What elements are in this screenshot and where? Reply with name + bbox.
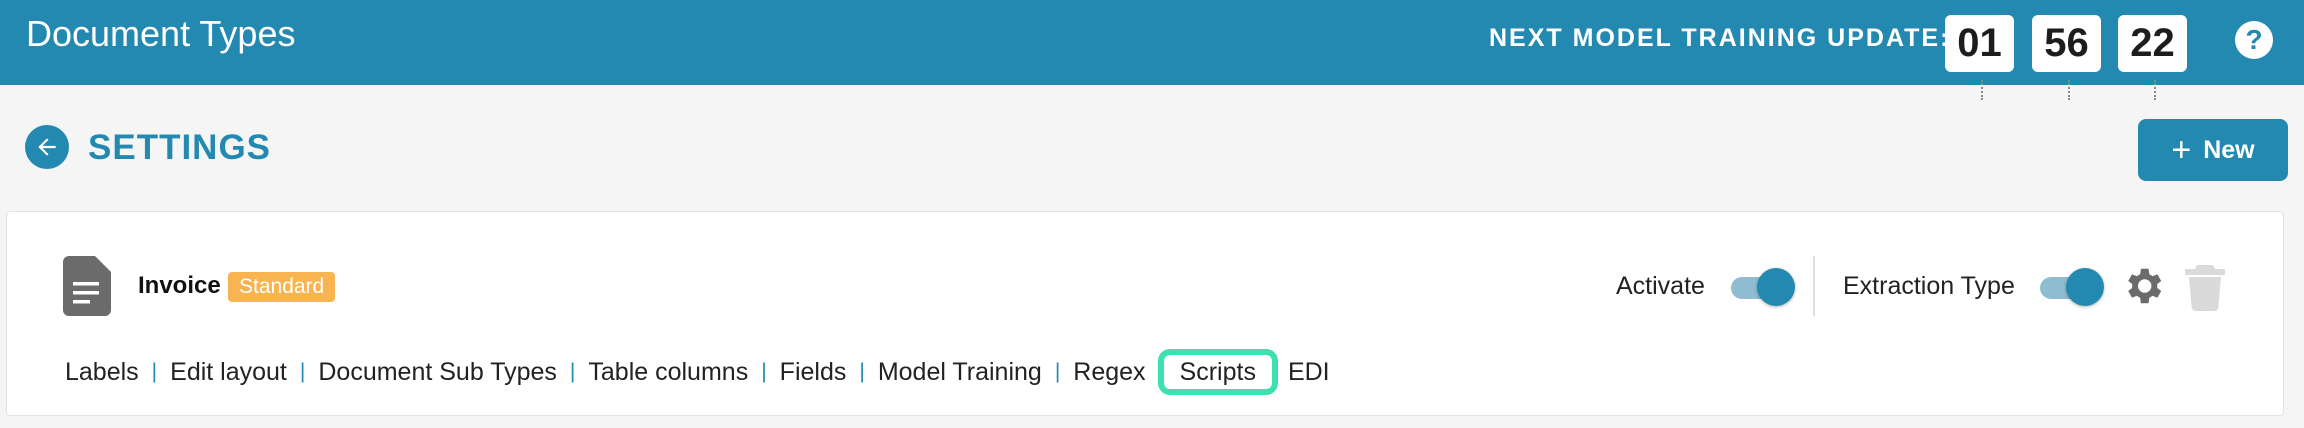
gear-icon[interactable]	[2120, 263, 2166, 309]
back-button[interactable]	[25, 125, 69, 169]
standard-badge: Standard	[228, 272, 336, 302]
timer-minutes-indicator	[2068, 80, 2070, 100]
plus-icon: +	[2171, 131, 2192, 169]
extraction-type-label: Extraction Type	[1843, 272, 2015, 300]
new-button[interactable]: + New	[2138, 119, 2288, 181]
tab-separator: |	[299, 360, 306, 383]
timer-seconds: 22	[2118, 15, 2187, 72]
tab-fields[interactable]: Fields	[780, 357, 847, 387]
activate-label: Activate	[1616, 272, 1705, 300]
trash-icon[interactable]	[2185, 263, 2225, 311]
tab-separator: |	[859, 360, 865, 383]
help-icon[interactable]: ?	[2235, 21, 2273, 59]
tab-edit-layout[interactable]: Edit layout	[170, 357, 287, 387]
tab-table-columns[interactable]: Table columns	[588, 357, 748, 387]
document-type-card: Invoice Standard Activate Extraction Typ…	[6, 211, 2284, 416]
tab-separator: |	[1054, 360, 1061, 383]
tab-separator: |	[151, 360, 158, 383]
tab-separator: |	[569, 360, 576, 383]
arrow-left-icon	[38, 138, 56, 156]
document-icon	[63, 256, 111, 316]
timer-hours-indicator	[1981, 80, 1983, 100]
top-bar: Document Types NEXT MODEL TRAINING UPDAT…	[0, 0, 2304, 85]
timer-minutes: 56	[2032, 15, 2101, 72]
page-header-title: Document Types	[26, 13, 296, 54]
tab-document-sub-types[interactable]: Document Sub Types	[318, 357, 557, 387]
tab-separator: |	[761, 360, 767, 383]
settings-title: SETTINGS	[88, 128, 272, 167]
document-tabs: Labels | Edit layout | Document Sub Type…	[65, 349, 1330, 395]
tab-regex[interactable]: Regex	[1073, 357, 1145, 387]
document-type-name[interactable]: Invoice	[138, 271, 221, 301]
tab-scripts[interactable]: Scripts	[1157, 349, 1278, 395]
training-timer-label: NEXT MODEL TRAINING UPDATE:	[1489, 24, 1951, 52]
extraction-type-toggle[interactable]	[2040, 268, 2104, 306]
tab-model-training[interactable]: Model Training	[878, 357, 1042, 387]
new-button-label: New	[2203, 135, 2255, 164]
tab-edi[interactable]: EDI	[1288, 357, 1330, 387]
timer-seconds-indicator	[2154, 80, 2156, 100]
divider	[1813, 256, 1815, 316]
tab-labels[interactable]: Labels	[65, 357, 139, 387]
timer-hours: 01	[1945, 15, 2014, 72]
activate-toggle[interactable]	[1731, 268, 1795, 306]
